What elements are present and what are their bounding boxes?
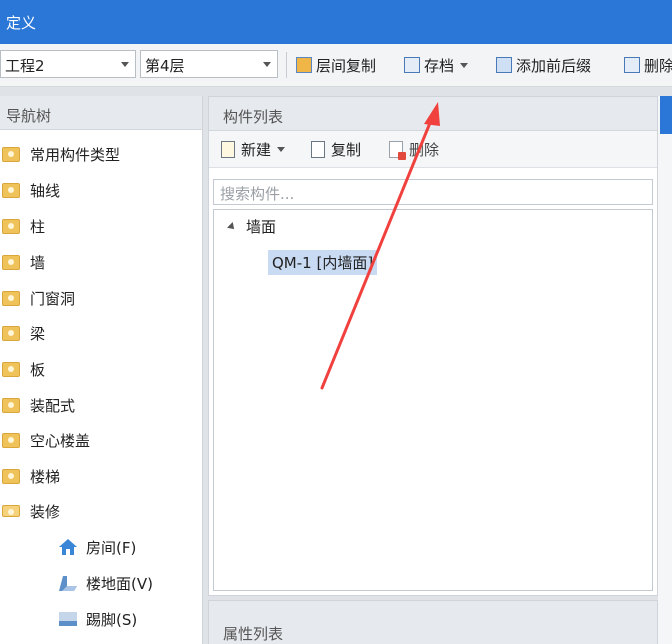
component-list-panel: 构件列表 新建 复制 删除 搜索构件... 墙面 QM-1 [内墙面]	[208, 96, 658, 596]
chevron-down-icon	[460, 62, 469, 68]
house-icon	[58, 538, 78, 556]
archive-label: 存档	[424, 56, 455, 75]
folder-icon	[2, 146, 20, 162]
tree-group-label: 墙面	[246, 218, 277, 236]
copy-component-button[interactable]: 复制	[311, 139, 361, 160]
nav-sub-item-floor-surface[interactable]: 楼地面(V)	[58, 571, 153, 595]
delete-document-icon	[389, 141, 406, 160]
nav-sub-item-room[interactable]: 房间(F)	[58, 535, 136, 559]
nav-item-label: 板	[30, 360, 46, 379]
nav-item-axis[interactable]: 轴线	[0, 178, 60, 202]
delete-unused-label: 删除	[644, 56, 672, 75]
delete-component-label: 删除	[409, 141, 440, 159]
nav-item-label: 装配式	[30, 396, 76, 415]
chevron-down-icon	[263, 62, 271, 67]
copy-floor-button[interactable]: 层间复制	[296, 54, 376, 76]
nav-item-column[interactable]: 柱	[0, 214, 45, 238]
window-title: 定义	[6, 14, 37, 32]
component-tree: 墙面 QM-1 [内墙面]	[213, 209, 653, 591]
floor-select[interactable]: 第4层	[140, 50, 278, 78]
nav-item-prefab[interactable]: 装配式	[0, 393, 75, 417]
nav-item-common-types[interactable]: 常用构件类型	[0, 142, 120, 166]
floor-select-value: 第4层	[145, 57, 185, 75]
nav-sub-item-label: 楼地面(V)	[86, 574, 153, 593]
nav-item-stairs[interactable]: 楼梯	[0, 464, 60, 488]
copy-floor-icon	[296, 57, 312, 73]
add-prefix-suffix-label: 添加前后缀	[516, 56, 592, 75]
nav-sub-item-label: 房间(F)	[86, 538, 137, 557]
window-title-bar: 定义	[0, 0, 672, 44]
right-panel-edge	[658, 96, 672, 644]
nav-item-label: 柱	[30, 217, 46, 236]
delete-list-icon	[624, 57, 640, 73]
delete-component-button[interactable]: 删除	[389, 139, 439, 160]
toolbar-divider	[286, 52, 287, 78]
folder-open-icon	[2, 505, 20, 517]
add-prefix-suffix-button[interactable]: 添加前后缀	[496, 54, 591, 76]
nav-sub-item-skirting[interactable]: 踢脚(S)	[58, 607, 137, 631]
nav-item-label: 楼梯	[30, 467, 61, 486]
copy-document-icon	[311, 141, 325, 158]
new-component-button[interactable]: 新建	[221, 139, 286, 160]
nav-item-beam[interactable]: 梁	[0, 321, 45, 345]
project-select[interactable]: 工程2	[0, 50, 136, 78]
top-toolbar: 工程2 第4层 层间复制 存档 添加前后缀 删除	[0, 44, 672, 87]
expand-triangle-icon[interactable]	[227, 221, 237, 232]
component-toolbar: 新建 复制 删除	[209, 131, 657, 168]
folder-icon	[2, 468, 20, 484]
nav-sub-item-label: 踢脚(S)	[86, 610, 138, 629]
folder-icon	[2, 254, 20, 270]
folder-icon	[2, 325, 20, 341]
navigation-tree-panel: 导航树 常用构件类型 轴线 柱 墙 门窗洞 梁 板 装配式 空心楼盖 楼梯 装修…	[0, 96, 203, 644]
folder-icon	[2, 432, 20, 448]
folder-icon	[2, 218, 20, 234]
nav-item-label: 门窗洞	[30, 289, 76, 308]
prefix-suffix-icon	[496, 57, 512, 73]
archive-button[interactable]: 存档	[404, 54, 469, 76]
new-component-label: 新建	[241, 141, 272, 159]
nav-item-decoration[interactable]: 装修	[0, 499, 60, 523]
nav-item-slab[interactable]: 板	[0, 357, 45, 381]
nav-item-label: 墙	[30, 253, 46, 272]
property-list-header: 属性列表	[223, 625, 284, 643]
nav-header: 导航树	[0, 96, 202, 130]
nav-item-label: 常用构件类型	[30, 145, 121, 164]
chevron-down-icon	[121, 62, 129, 67]
component-list-header: 构件列表	[209, 97, 657, 131]
copy-component-label: 复制	[331, 141, 362, 159]
nav-item-hollow-floor[interactable]: 空心楼盖	[0, 428, 90, 452]
new-document-icon	[221, 141, 235, 158]
skirting-icon	[58, 610, 78, 628]
folder-icon	[2, 290, 20, 306]
component-search-input[interactable]: 搜索构件...	[213, 179, 653, 205]
archive-icon	[404, 57, 420, 73]
nav-item-openings[interactable]: 门窗洞	[0, 286, 75, 310]
nav-item-label: 空心楼盖	[30, 431, 91, 450]
nav-item-label: 轴线	[30, 181, 61, 200]
nav-item-wall[interactable]: 墙	[0, 250, 45, 274]
nav-item-label: 梁	[30, 324, 46, 343]
chevron-down-icon	[277, 147, 286, 152]
nav-item-label: 装修	[30, 502, 61, 521]
floor-surface-icon	[58, 574, 78, 592]
copy-floor-label: 层间复制	[316, 56, 377, 75]
folder-icon	[2, 397, 20, 413]
tree-group-wall-surface[interactable]: 墙面	[227, 216, 277, 237]
tree-item-selected[interactable]: QM-1 [内墙面]	[268, 250, 378, 275]
folder-icon	[2, 361, 20, 377]
project-select-value: 工程2	[5, 57, 45, 75]
delete-unused-button[interactable]: 删除	[624, 54, 672, 76]
folder-icon	[2, 182, 20, 198]
property-list-panel: 属性列表	[208, 600, 658, 644]
right-panel-tab[interactable]	[660, 96, 672, 134]
